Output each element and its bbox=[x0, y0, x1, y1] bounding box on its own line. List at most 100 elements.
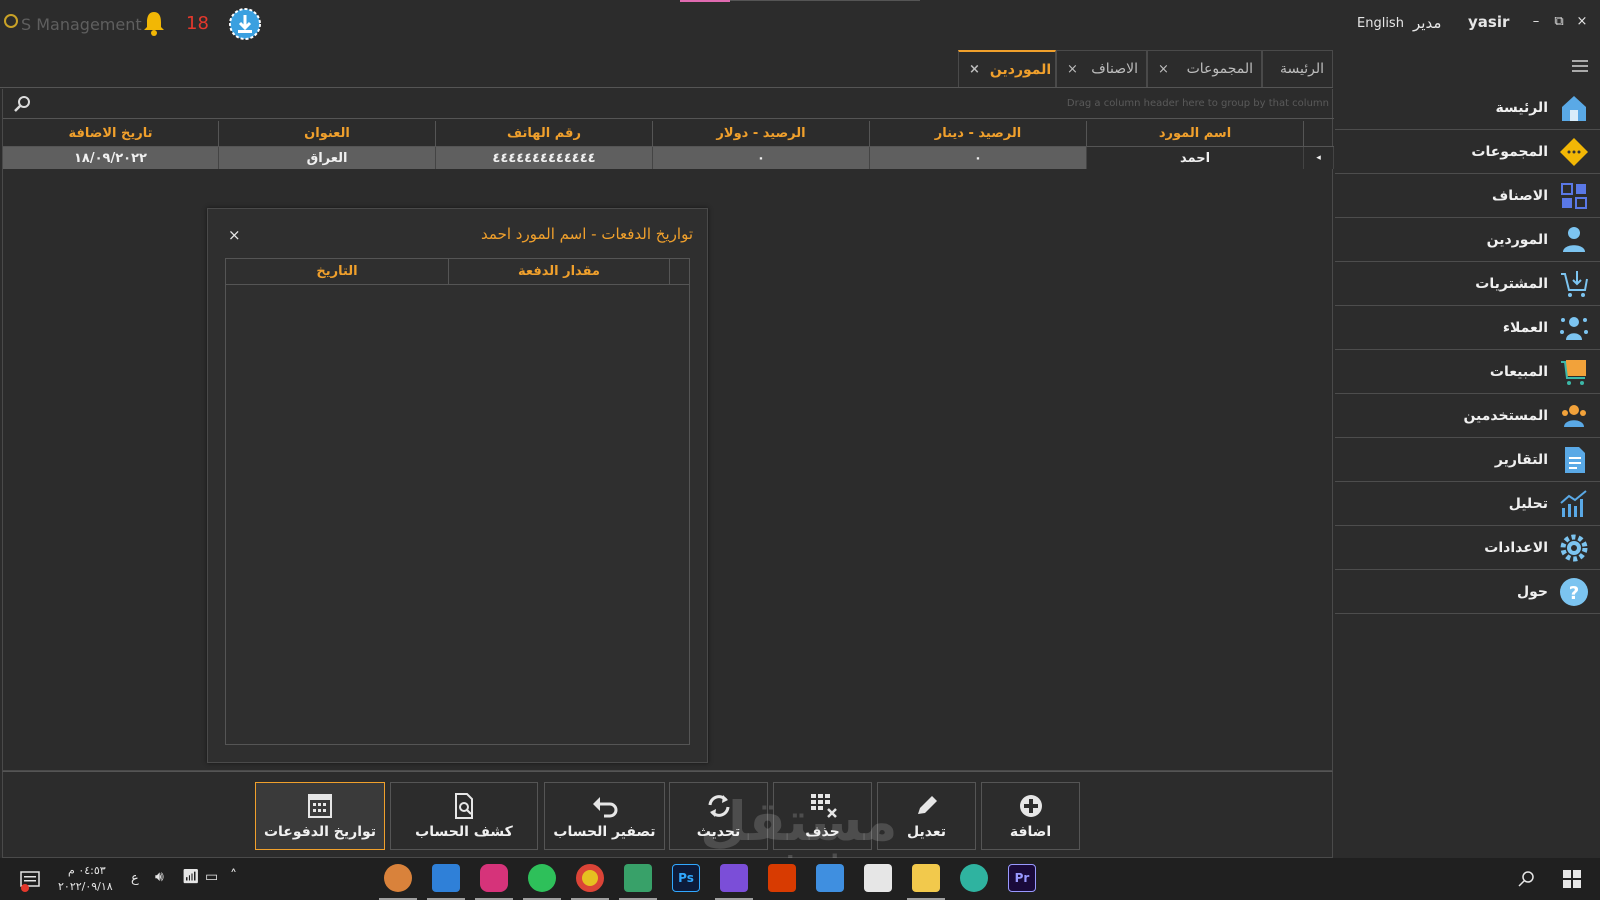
sidebar-item-items[interactable]: الاصناف bbox=[1335, 174, 1600, 218]
username: yasir bbox=[1468, 13, 1510, 31]
sidebar-item-label: الرئيسة bbox=[1495, 99, 1548, 116]
mail-icon[interactable] bbox=[816, 864, 844, 892]
edge-icon[interactable] bbox=[960, 864, 988, 892]
refresh-icon bbox=[708, 795, 729, 817]
app-title: S Management bbox=[21, 15, 142, 34]
sidebar-item-suppliers[interactable]: الموردين bbox=[1335, 218, 1600, 262]
close-icon[interactable]: × bbox=[969, 62, 980, 77]
sidebar-item-label: تحليل bbox=[1508, 495, 1548, 512]
add-button[interactable]: اضافة bbox=[981, 782, 1080, 850]
wifi-icon[interactable]: 📶︎ bbox=[182, 869, 200, 885]
sidebar-item-label: التقارير bbox=[1494, 451, 1548, 468]
tab-home[interactable]: الرئيسة bbox=[1262, 50, 1333, 87]
chevron-up-icon[interactable]: ˄ bbox=[230, 868, 237, 884]
column-header-date-added[interactable]: تاريخ الاضافة bbox=[3, 121, 219, 146]
language-switch[interactable]: English bbox=[1357, 16, 1404, 31]
sidebar-item-settings[interactable]: الاعدادات bbox=[1335, 526, 1600, 570]
cart-download-icon bbox=[1561, 270, 1588, 297]
tool-label: حذف bbox=[805, 824, 840, 840]
search-icon[interactable] bbox=[13, 95, 31, 113]
input-language[interactable]: ع bbox=[131, 871, 139, 886]
sidebar-item-groups[interactable]: المجموعات bbox=[1335, 130, 1600, 174]
sidebar-item-about[interactable]: حول ? bbox=[1335, 570, 1600, 614]
sidebar-item-analytics[interactable]: تحليل bbox=[1335, 482, 1600, 526]
sidebar-item-purchases[interactable]: المشتريات bbox=[1335, 262, 1600, 306]
column-header-balance-usd[interactable]: الرصيد - دولار bbox=[653, 121, 870, 146]
cell-address[interactable]: العراق bbox=[219, 147, 436, 169]
cell-supplier-name[interactable]: احمد bbox=[1087, 147, 1304, 169]
edit-button[interactable]: تعديل bbox=[877, 782, 976, 850]
clock-time[interactable]: ٠٤:٥٣ م bbox=[68, 864, 106, 877]
sidebar-item-sales[interactable]: المبيعات bbox=[1335, 350, 1600, 394]
column-header-address[interactable]: العنوان bbox=[219, 121, 436, 146]
users-icon bbox=[1562, 404, 1586, 427]
tab-items[interactable]: × الاصناف bbox=[1056, 50, 1147, 87]
sidebar-item-reports[interactable]: التقارير bbox=[1335, 438, 1600, 482]
browser-icon[interactable] bbox=[384, 864, 412, 892]
sidebar-item-users[interactable]: المستخدمين bbox=[1335, 394, 1600, 438]
volume-icon[interactable]: 🔊︎ bbox=[155, 869, 164, 885]
reset-account-button[interactable]: تصفير الحساب bbox=[544, 782, 665, 850]
cell-phone[interactable]: ٤٤٤٤٤٤٤٤٤٤٤٤٤ bbox=[436, 147, 653, 169]
title-divider-line bbox=[730, 0, 920, 1]
whatsapp-icon[interactable] bbox=[528, 864, 556, 892]
download-update-icon[interactable] bbox=[228, 7, 262, 41]
taskbar-search-icon[interactable] bbox=[1516, 869, 1536, 889]
dialog-title: تواريخ الدفعات - اسم المورد احمد bbox=[481, 225, 693, 243]
windows-start-icon[interactable] bbox=[1562, 869, 1582, 889]
video-player-icon[interactable] bbox=[432, 864, 460, 892]
clock-date[interactable]: ٢٠٢٢/٠٩/١٨ bbox=[58, 880, 113, 893]
grid-search-row: Drag a column header here to group by th… bbox=[3, 89, 1334, 119]
column-header-balance-dinar[interactable]: الرصيد - دينار bbox=[870, 121, 1087, 146]
column-header-payment-amount[interactable]: مقدار الدفعة bbox=[448, 259, 669, 284]
cell-balance-dinar[interactable]: ٠ bbox=[870, 147, 1087, 169]
settings-gear-icon bbox=[1560, 534, 1588, 561]
photoshop-icon[interactable]: Ps bbox=[672, 864, 700, 892]
dialog-close-button[interactable]: × bbox=[228, 226, 241, 244]
store-icon[interactable] bbox=[864, 864, 892, 892]
tab-suppliers[interactable]: × الموردين bbox=[958, 50, 1056, 87]
chrome-icon[interactable] bbox=[576, 864, 604, 892]
visual-studio-icon[interactable] bbox=[720, 864, 748, 892]
delete-button[interactable]: حذف bbox=[773, 782, 872, 850]
cell-balance-usd[interactable]: ٠ bbox=[653, 147, 870, 169]
table-row[interactable]: ١٨/٠٩/٢٠٢٢ العراق ٤٤٤٤٤٤٤٤٤٤٤٤٤ ٠ ٠ احمد… bbox=[3, 147, 1334, 169]
notification-bell-icon[interactable] bbox=[140, 9, 168, 37]
tool-label: تحديث bbox=[696, 824, 741, 840]
snipping-icon[interactable] bbox=[624, 864, 652, 892]
plus-circle-icon bbox=[1019, 795, 1042, 817]
close-icon[interactable]: × bbox=[1067, 62, 1078, 77]
calendar-icon bbox=[308, 794, 332, 818]
payment-dates-button[interactable]: تواريخ الدفوعات bbox=[255, 782, 385, 850]
instagram-icon[interactable] bbox=[480, 864, 508, 892]
column-header-supplier-name[interactable]: اسم المورد bbox=[1087, 121, 1304, 146]
customers-icon bbox=[1560, 316, 1588, 340]
column-header-phone[interactable]: رقم الهاتف bbox=[436, 121, 653, 146]
tab-groups[interactable]: × المجموعات bbox=[1147, 50, 1262, 87]
premiere-icon[interactable]: Pr bbox=[1008, 864, 1036, 892]
items-grid-icon bbox=[1561, 182, 1587, 209]
refresh-button[interactable]: تحديث bbox=[669, 782, 768, 850]
close-icon[interactable]: × bbox=[1158, 62, 1169, 77]
payments-grid: التاريخ مقدار الدفعة bbox=[225, 258, 690, 745]
battery-icon[interactable]: ▭ bbox=[205, 869, 218, 885]
cell-date-added[interactable]: ١٨/٠٩/٢٠٢٢ bbox=[3, 147, 219, 169]
notification-center-icon[interactable] bbox=[18, 868, 42, 892]
sidebar-item-customers[interactable]: العملاء bbox=[1335, 306, 1600, 350]
side-menu: الرئيسة المجموعات الاصناف الموردين المشت… bbox=[1335, 48, 1600, 858]
action-toolbar: اضافة تعديل حذف تحديث تصفير الحساب كشف ا… bbox=[2, 771, 1333, 858]
user-role: مدير bbox=[1413, 14, 1442, 32]
file-explorer-icon[interactable] bbox=[912, 864, 940, 892]
home-icon bbox=[1562, 95, 1586, 121]
sidebar-item-home[interactable]: الرئيسة bbox=[1335, 86, 1600, 130]
minimize-button[interactable]: – bbox=[1528, 14, 1544, 29]
sidebar-item-label: حول bbox=[1516, 583, 1548, 600]
sales-cart-icon bbox=[1561, 359, 1586, 385]
account-statement-button[interactable]: كشف الحساب bbox=[390, 782, 538, 850]
office-icon[interactable] bbox=[768, 864, 796, 892]
close-window-button[interactable]: × bbox=[1574, 14, 1590, 29]
restore-button[interactable]: ⧉ bbox=[1551, 14, 1567, 29]
hamburger-menu-icon[interactable] bbox=[1572, 60, 1588, 75]
title-bar: S Management 18 English مدير yasir – ⧉ × bbox=[0, 0, 1600, 48]
column-header-payment-date[interactable]: التاريخ bbox=[226, 259, 448, 284]
